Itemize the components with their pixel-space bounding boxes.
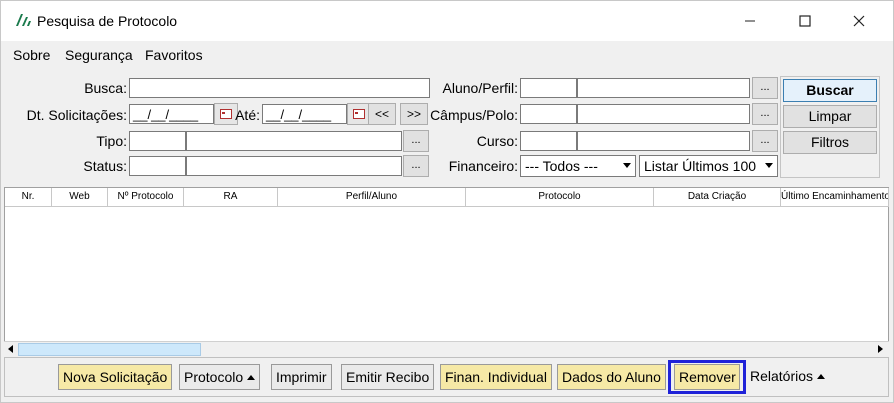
- curso-lookup-button[interactable]: ...: [752, 130, 778, 152]
- horizontal-scrollbar[interactable]: [4, 341, 889, 356]
- campus-code-input[interactable]: [520, 104, 577, 124]
- busca-input[interactable]: [129, 78, 430, 98]
- column-header-ultimo-encaminhamento[interactable]: Último Encaminhamento: [781, 188, 889, 207]
- limpar-button[interactable]: Limpar: [783, 105, 877, 128]
- aluno-code-input[interactable]: [520, 78, 577, 98]
- nova-solicitacao-button[interactable]: Nova Solicitação: [58, 364, 173, 390]
- status-desc-input[interactable]: [186, 156, 402, 176]
- financeiro-value: --- Todos ---: [525, 158, 598, 174]
- financeiro-label: Financeiro:: [448, 158, 518, 174]
- title-bar: Pesquisa de Protocolo: [1, 1, 893, 41]
- tipo-desc-input[interactable]: [186, 131, 402, 151]
- curso-label: Curso:: [476, 133, 518, 149]
- curso-name-input[interactable]: [577, 131, 750, 151]
- window-title: Pesquisa de Protocolo: [37, 13, 178, 29]
- relatorios-menu-button[interactable]: Relatórios: [746, 364, 829, 390]
- dt-to-input[interactable]: __/__/____: [262, 104, 347, 124]
- imprimir-button[interactable]: Imprimir: [271, 364, 332, 390]
- column-header-nr[interactable]: Nr.: [5, 188, 52, 207]
- ate-label: Até:: [235, 107, 260, 123]
- buscar-button[interactable]: Buscar: [783, 79, 877, 102]
- busca-label: Busca:: [84, 80, 127, 96]
- chevron-down-icon: [765, 163, 773, 168]
- menu-favoritos[interactable]: Favoritos: [145, 47, 203, 63]
- aluno-name-input[interactable]: [577, 78, 750, 98]
- curso-code-input[interactable]: [520, 131, 577, 151]
- dt-solicitacoes-label: Dt. Solicitações:: [26, 107, 127, 123]
- status-lookup-button[interactable]: ...: [403, 155, 429, 177]
- column-header-data-criacao[interactable]: Data Criação: [654, 188, 781, 207]
- prev-period-button[interactable]: <<: [368, 103, 396, 125]
- app-logo-icon: [16, 14, 31, 26]
- column-header-ra[interactable]: RA: [184, 188, 278, 207]
- menu-sobre[interactable]: Sobre: [13, 47, 50, 63]
- aluno-lookup-button[interactable]: ...: [752, 77, 778, 99]
- scroll-right-icon[interactable]: [876, 344, 886, 354]
- minimize-icon[interactable]: [735, 9, 765, 33]
- results-grid[interactable]: Nr. Web Nº Protocolo RA Perfil/Aluno Pro…: [4, 187, 889, 354]
- dados-do-aluno-button[interactable]: Dados do Aluno: [557, 364, 666, 390]
- emitir-recibo-button[interactable]: Emitir Recibo: [341, 364, 435, 390]
- aluno-perfil-label: Aluno/Perfil:: [442, 80, 518, 96]
- column-header-perfil-aluno[interactable]: Perfil/Aluno: [278, 188, 466, 207]
- campus-lookup-button[interactable]: ...: [752, 103, 778, 125]
- filtros-button[interactable]: Filtros: [783, 131, 877, 154]
- column-header-n-protocolo[interactable]: Nº Protocolo: [108, 188, 184, 207]
- tipo-code-input[interactable]: [129, 131, 186, 151]
- maximize-icon[interactable]: [790, 9, 820, 33]
- financeiro-select[interactable]: --- Todos ---: [520, 155, 636, 177]
- listar-value: Listar Últimos 100: [644, 158, 757, 174]
- scrollbar-thumb[interactable]: [18, 343, 201, 356]
- dt-from-input[interactable]: __/__/____: [129, 104, 214, 124]
- close-icon[interactable]: [844, 9, 874, 33]
- column-header-protocolo[interactable]: Protocolo: [466, 188, 654, 207]
- scroll-left-icon[interactable]: [6, 344, 16, 354]
- status-label: Status:: [83, 158, 127, 174]
- relatorios-label: Relatórios: [750, 368, 814, 384]
- campus-name-input[interactable]: [577, 104, 750, 124]
- protocolo-menu-button[interactable]: Protocolo: [179, 364, 261, 390]
- listar-select[interactable]: Listar Últimos 100: [639, 155, 778, 177]
- chevron-up-icon: [817, 373, 826, 379]
- menu-seguranca[interactable]: Segurança: [65, 47, 133, 63]
- remover-button[interactable]: Remover: [674, 364, 740, 390]
- protocolo-label: Protocolo: [184, 369, 244, 385]
- tipo-lookup-button[interactable]: ...: [403, 130, 429, 152]
- chevron-down-icon: [623, 163, 631, 168]
- campus-polo-label: Câmpus/Polo:: [430, 107, 518, 123]
- tipo-label: Tipo:: [96, 133, 127, 149]
- column-header-web[interactable]: Web: [52, 188, 108, 207]
- status-code-input[interactable]: [129, 156, 186, 176]
- menu-bar: [1, 41, 893, 69]
- finan-individual-button[interactable]: Finan. Individual: [440, 364, 552, 390]
- chevron-up-icon: [247, 374, 256, 380]
